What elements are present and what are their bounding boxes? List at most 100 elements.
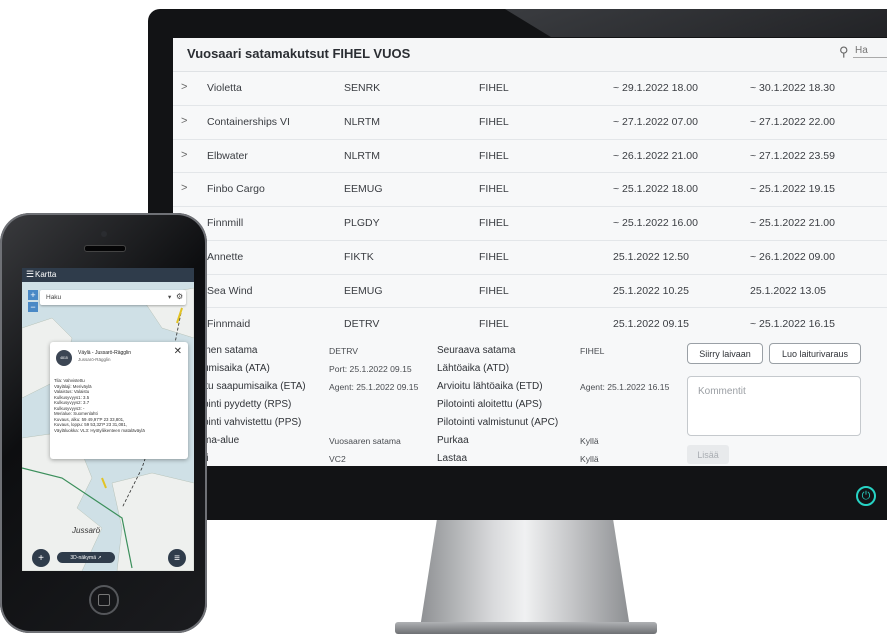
home-button[interactable] bbox=[89, 585, 119, 615]
vessel-destination: FIHEL bbox=[479, 183, 509, 196]
vessel-last-port: FIKTK bbox=[344, 250, 374, 263]
search-icon[interactable]: ⚲ bbox=[839, 44, 849, 60]
detail-label: pinti pyydetty (RPS) bbox=[203, 399, 292, 410]
phone-title: Kartta bbox=[35, 270, 57, 279]
phone-speaker bbox=[84, 245, 126, 252]
popup-line: Väyläluokka: VL3: Hyötyliikenteen matalä… bbox=[54, 427, 145, 433]
page-title: Vuosaari satamakutsut FIHEL VUOS bbox=[187, 46, 411, 61]
vessel-name: Finnmaid bbox=[207, 318, 251, 331]
detail-label: ma-alue bbox=[203, 435, 240, 446]
map-place-label: Jussarö bbox=[72, 526, 101, 535]
monitor-base bbox=[395, 622, 657, 634]
vessel-destination: FIHEL bbox=[479, 250, 509, 263]
vessel-etd: ~ 27.1.2022 22.00 bbox=[750, 115, 835, 128]
zoom-out-icon[interactable]: − bbox=[28, 302, 38, 312]
vessel-last-port: PLGDY bbox=[344, 217, 380, 229]
vessel-etd: 25.1.2022 13.05 bbox=[750, 284, 826, 297]
vessel-last-port: NLRTM bbox=[344, 149, 380, 162]
add-comment-button[interactable]: Lisää bbox=[687, 445, 729, 464]
vessel-eta: ~ 25.1.2022 18.00 bbox=[613, 183, 698, 196]
table-row[interactable]: Sea Wind EEMUG FIHEL 25.1.2022 10.25 25.… bbox=[173, 274, 887, 309]
table-row[interactable]: > Finbo Cargo EEMUG FIHEL ~ 25.1.2022 18… bbox=[173, 173, 887, 207]
monitor-stand bbox=[420, 520, 630, 628]
vessel-etd: ~ 26.1.2022 09.00 bbox=[750, 250, 835, 263]
chevron-down-icon[interactable]: ▾ bbox=[168, 293, 171, 301]
vessel-etd: ~ 25.1.2022 19.15 bbox=[750, 183, 835, 196]
desktop-screen: Vuosaari satamakutsut FIHEL VUOS ⚲ > Vio… bbox=[173, 38, 887, 466]
detail-value: Port: 25.1.2022 09.15 bbox=[329, 364, 412, 374]
detail-value: Kyllä bbox=[580, 436, 599, 446]
vessel-name: Sea Wind bbox=[207, 284, 253, 297]
detail-label: umisaika (ATA) bbox=[203, 363, 270, 374]
phone-screen: ☰ Kartta + − Haku ▾ ⚙ 4815 Väylä - Jussa… bbox=[22, 268, 194, 571]
phone-top-bar: ☰ Kartta bbox=[22, 268, 194, 282]
app-header: Vuosaari satamakutsut FIHEL VUOS ⚲ bbox=[173, 38, 887, 72]
vessel-name: Finbo Cargo bbox=[207, 183, 265, 196]
vessel-destination: FIHEL bbox=[479, 115, 509, 128]
vessel-destination: FIHEL bbox=[479, 217, 509, 229]
chevron-right-icon[interactable]: > bbox=[181, 182, 187, 194]
vessel-eta: ~ 25.1.2022 16.00 bbox=[613, 217, 698, 229]
vessel-eta: 25.1.2022 09.15 bbox=[613, 318, 689, 331]
table-row[interactable]: Finnmill PLGDY FIHEL ~ 25.1.2022 16.00 ~… bbox=[173, 207, 887, 241]
monitor-glare bbox=[505, 9, 887, 37]
vessel-last-port: SENRK bbox=[344, 82, 381, 94]
vessel-last-port: EEMUG bbox=[344, 183, 383, 196]
fairway-info-popup: 4815 Väylä - Jussarö-Rägglin Jussarö-Räg… bbox=[50, 342, 188, 459]
vessel-destination: FIHEL bbox=[479, 318, 509, 331]
vessel-etd: ~ 25.1.2022 21.00 bbox=[750, 217, 835, 229]
detail-value: FIHEL bbox=[580, 346, 605, 356]
vessel-last-port: NLRTM bbox=[344, 115, 380, 128]
vessel-name: Violetta bbox=[207, 82, 242, 94]
vessel-eta: ~ 26.1.2022 21.00 bbox=[613, 149, 698, 162]
detail-label: Arvioitu lähtöaika (ETD) bbox=[437, 381, 543, 392]
chevron-right-icon[interactable]: > bbox=[181, 149, 187, 161]
detail-label: Lähtöaika (ATD) bbox=[437, 363, 510, 374]
vessel-destination: FIHEL bbox=[479, 284, 509, 297]
detail-label: Seuraava satama bbox=[437, 345, 516, 356]
gear-icon[interactable]: ⚙ bbox=[176, 292, 183, 301]
vessel-last-port: EEMUG bbox=[344, 284, 383, 297]
phone-search-field[interactable]: Haku ▾ ⚙ bbox=[40, 290, 186, 305]
close-icon[interactable]: ✕ bbox=[174, 346, 182, 357]
zoom-in-icon[interactable]: + bbox=[28, 290, 38, 300]
vessel-eta: ~ 27.1.2022 07.00 bbox=[613, 115, 698, 128]
detail-value: Agent: 25.1.2022 09.15 bbox=[329, 382, 419, 392]
create-berth-reservation-button[interactable]: Luo laiturivaraus bbox=[769, 343, 861, 364]
table-row[interactable]: Annette FIKTK FIHEL 25.1.2022 12.50 ~ 26… bbox=[173, 240, 887, 275]
detail-value: Agent: 25.1.2022 16.15 bbox=[580, 382, 670, 392]
vessel-destination: FIHEL bbox=[479, 149, 509, 162]
table-row[interactable]: > Elbwater NLRTM FIHEL ~ 26.1.2022 21.00… bbox=[173, 139, 887, 174]
detail-value: DETRV bbox=[329, 346, 358, 356]
detail-label: Pilotointi valmistunut (APC) bbox=[437, 417, 559, 428]
table-row[interactable]: > Violetta SENRK FIHEL ~ 29.1.2022 18.00… bbox=[173, 72, 887, 106]
add-icon[interactable]: + bbox=[32, 549, 50, 567]
vessel-destination: FIHEL bbox=[479, 82, 509, 94]
vessel-table: > Violetta SENRK FIHEL ~ 29.1.2022 18.00… bbox=[173, 72, 887, 342]
detail-label: pinti vahvistettu (PPS) bbox=[203, 417, 302, 428]
comment-field[interactable]: Kommentit bbox=[687, 376, 861, 436]
phone-search-placeholder: Haku bbox=[46, 294, 62, 301]
layers-icon[interactable]: ≡ bbox=[168, 549, 186, 567]
vessel-eta: 25.1.2022 10.25 bbox=[613, 284, 689, 297]
vessel-eta: 25.1.2022 12.50 bbox=[613, 250, 689, 263]
vessel-detail-panel: inen satama umisaika (ATA) itu saapumisa… bbox=[173, 335, 887, 466]
go-to-ship-button[interactable]: Siirry laivaan bbox=[687, 343, 763, 364]
vessel-name: Elbwater bbox=[207, 149, 248, 162]
menu-icon[interactable]: ☰ bbox=[26, 269, 34, 280]
table-row[interactable]: > Containerships VI NLRTM FIHEL ~ 27.1.2… bbox=[173, 105, 887, 140]
3d-view-label: 3D-näkymä bbox=[70, 554, 96, 561]
3d-view-button[interactable]: 3D-näkymä ↗ bbox=[57, 552, 115, 563]
search-input[interactable] bbox=[853, 44, 887, 58]
power-icon[interactable]: ⏻ bbox=[856, 486, 876, 506]
comment-placeholder: Kommentit bbox=[698, 386, 746, 397]
detail-label: Purkaa bbox=[437, 435, 469, 446]
fairway-badge: 4815 bbox=[56, 350, 72, 366]
popup-details: Tila: Vahvistettu Väylälaji: Meriväylä V… bbox=[54, 378, 145, 433]
chevron-right-icon[interactable]: > bbox=[181, 81, 187, 93]
vessel-last-port: DETRV bbox=[344, 318, 380, 331]
vessel-name: Finnmill bbox=[207, 217, 244, 229]
chevron-right-icon[interactable]: > bbox=[181, 115, 187, 127]
vessel-name: Annette bbox=[207, 250, 244, 263]
detail-value: Kyllä bbox=[580, 454, 599, 464]
